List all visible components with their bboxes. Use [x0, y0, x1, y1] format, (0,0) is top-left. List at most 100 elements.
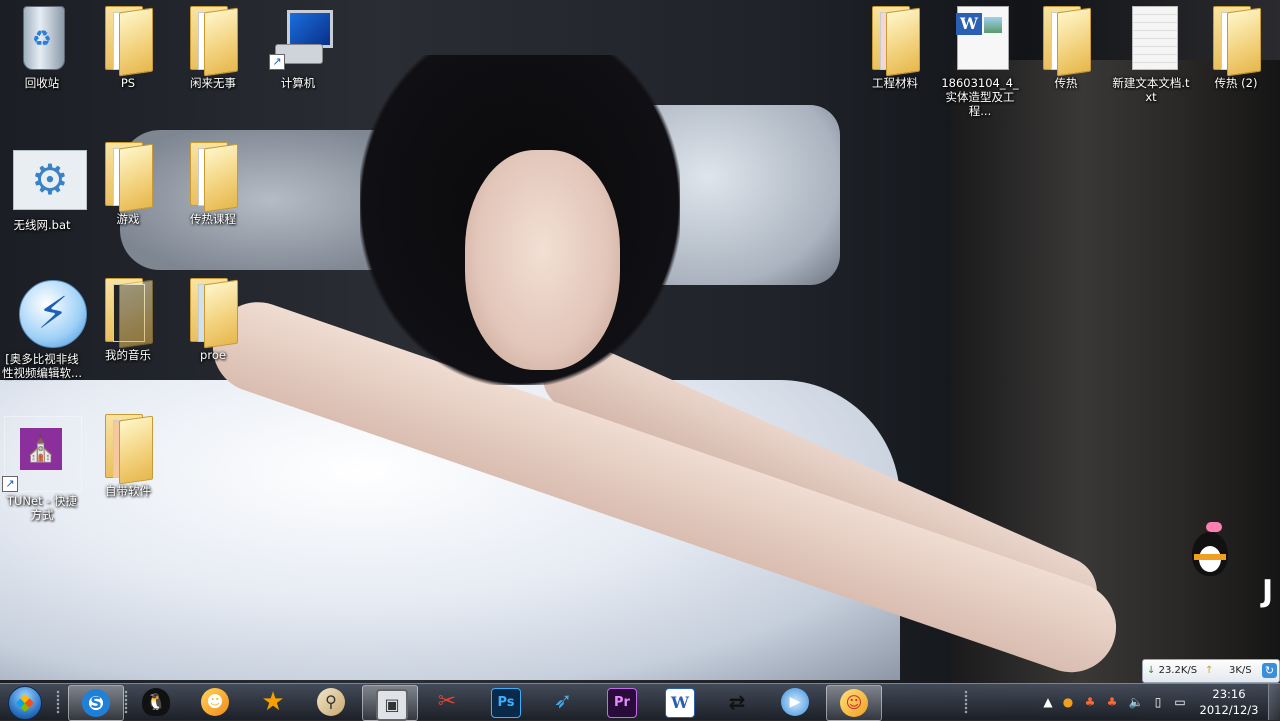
- desktop-icon-tunet-shortcut[interactable]: ⛪ ↗ TUNet - 快捷方式: [0, 416, 84, 522]
- desktop-icon-proe-folder[interactable]: proe: [171, 276, 255, 362]
- taskbar-app-media-player[interactable]: ▶: [768, 685, 822, 719]
- folder-icon: [105, 6, 153, 77]
- sogou-icon: S: [82, 689, 110, 717]
- side-widget-icon[interactable]: J: [1262, 572, 1280, 612]
- upload-arrow-icon: ↑: [1205, 665, 1214, 676]
- qq-chat-icon: ☺: [840, 689, 868, 717]
- taskbar-app-word[interactable]: W: [652, 685, 706, 719]
- scissors-icon: ✂: [437, 689, 457, 714]
- tunet-icon: ⛪: [20, 428, 62, 470]
- network-icon[interactable]: ▭: [1172, 694, 1188, 710]
- premiere-icon: Pr: [607, 688, 637, 718]
- desktop-icon-premiere-shortcut[interactable]: ⚡ [奥多比视非线性视频编辑软...: [0, 280, 87, 380]
- folder-icon: [1043, 6, 1091, 77]
- folder-icon: [105, 142, 153, 213]
- tray-penguin2-icon[interactable]: ♣: [1104, 694, 1120, 710]
- refresh-icon[interactable]: ↻: [1262, 663, 1277, 678]
- battery-icon[interactable]: ▯: [1150, 694, 1166, 710]
- desktop-icon-heat-2-folder[interactable]: 传热 (2): [1194, 4, 1278, 90]
- download-speed: 23.2K/S: [1158, 665, 1198, 676]
- desktop-icon-label: 传热 (2): [1214, 76, 1258, 90]
- lightning-icon: ⚡: [19, 280, 87, 348]
- taskbar-app-sogou[interactable]: S: [68, 685, 124, 721]
- desktop-icon-label: 闲来无事: [190, 76, 236, 90]
- desktop-icon-computer[interactable]: ↗ 计算机: [256, 4, 340, 90]
- desktop-icon-builtin-software-folder[interactable]: 自带软件: [86, 412, 170, 498]
- tray-penguin-icon[interactable]: ♣: [1082, 694, 1098, 710]
- show-desktop-button[interactable]: [1268, 684, 1280, 720]
- upload-speed: 3K/S: [1229, 665, 1252, 676]
- word-icon: W: [665, 688, 695, 718]
- tray-expand-icon[interactable]: ▲: [1040, 694, 1056, 710]
- desktop-icon-label: 18603104_4_实体造型及工程...: [941, 76, 1019, 118]
- gear-icon: ⚙: [13, 150, 87, 210]
- clock-date: 2012/12/3: [1199, 703, 1259, 717]
- folder-icon: [190, 142, 238, 213]
- taskbar-app-premiere[interactable]: Pr: [594, 685, 648, 719]
- qq-pet-icon[interactable]: [1184, 522, 1236, 582]
- taskbar-grip[interactable]: [124, 690, 128, 714]
- taskbar-grip[interactable]: [964, 690, 968, 714]
- desktop-icon-leisure-folder[interactable]: 闲来无事: [171, 4, 255, 90]
- desktop-icon-label: PS: [120, 76, 136, 90]
- taskbar-app-photoshop[interactable]: Ps: [478, 685, 532, 719]
- folder-icon: [105, 278, 153, 349]
- folder-icon: [1213, 6, 1261, 77]
- volume-icon[interactable]: 🔈: [1128, 694, 1144, 710]
- folder-icon: [105, 414, 153, 485]
- desktop-icon-label: proe: [200, 348, 226, 362]
- taskbar-app-search[interactable]: ⚲: [304, 685, 358, 719]
- desktop-icon-label: 我的音乐: [105, 348, 151, 362]
- taskbar-app-snipping[interactable]: ✂: [420, 685, 474, 719]
- folder-icon: [190, 278, 238, 349]
- folder-icon: [872, 6, 920, 77]
- qq-penguin-icon: 🐧: [142, 688, 170, 716]
- desktop-icon-wifi-bat[interactable]: ⚙ 无线网.bat: [0, 146, 87, 232]
- taskbar-app-qq-chat[interactable]: ☺: [826, 685, 882, 721]
- text-file-icon: [1132, 6, 1178, 70]
- transfer-arrows-icon: ⇄: [728, 690, 746, 714]
- desktop-icon-label: 新建文本文档.txt: [1112, 76, 1190, 104]
- taskbar-app-frame[interactable]: ▣: [362, 685, 418, 721]
- desktop-icon-heat-course-folder[interactable]: 传热课程: [171, 140, 255, 226]
- desktop-icon-label: 自带软件: [105, 484, 151, 498]
- word-document-icon: W: [956, 6, 1009, 70]
- play-icon: ▶: [781, 688, 809, 716]
- desktop-icon-label: 无线网.bat: [13, 218, 71, 232]
- taskbar-app-transfer[interactable]: ⇄: [710, 685, 764, 719]
- desktop-icon-music-folder[interactable]: 我的音乐: [86, 276, 170, 362]
- desktop-icon-recycle-bin[interactable]: 回收站: [0, 4, 84, 90]
- desktop-icon-label: 工程材料: [872, 76, 918, 90]
- desktop-icon-new-text-file[interactable]: 新建文本文档.txt: [1109, 4, 1193, 104]
- desktop-icon-label: 游戏: [116, 212, 140, 226]
- chat-icon: ☻: [201, 688, 229, 716]
- desktop-icon-label: 传热: [1054, 76, 1078, 90]
- start-button[interactable]: [4, 685, 44, 720]
- clock-time: 23:16: [1212, 687, 1246, 701]
- desktop-icon-label: 计算机: [280, 76, 316, 90]
- shortcut-arrow-icon: ↗: [269, 54, 285, 70]
- star-icon: ★: [261, 687, 285, 717]
- clock[interactable]: 23:16 2012/12/3: [1196, 686, 1262, 718]
- magnifier-icon: ⚲: [317, 688, 345, 716]
- desktop-icon-heat-folder[interactable]: 传热: [1024, 4, 1108, 90]
- frame-icon: ▣: [376, 689, 408, 721]
- taskbar-app-star[interactable]: ★: [246, 685, 300, 719]
- net-speed-widget[interactable]: ↓ 23.2K/S ↑ 3K/S ↻: [1142, 659, 1280, 683]
- desktop-icon-engineering-materials-folder[interactable]: 工程材料: [853, 4, 937, 90]
- taskbar-app-bird[interactable]: ➶: [536, 685, 590, 719]
- desktop-icon-label: 传热课程: [190, 212, 236, 226]
- desktop-icon-games-folder[interactable]: 游戏: [86, 140, 170, 226]
- taskbar-grip[interactable]: [56, 690, 60, 714]
- system-tray: ▲ ● ♣ ♣ 🔈 ▯ ▭: [1040, 684, 1200, 720]
- desktop-icon-label: [奥多比视非线性视频编辑软...: [2, 352, 82, 380]
- photoshop-icon: Ps: [491, 688, 521, 718]
- recycle-bin-icon: [23, 6, 65, 70]
- download-arrow-icon: ↓: [1147, 665, 1156, 676]
- desktop-icon-ps-folder[interactable]: PS: [86, 4, 170, 90]
- taskbar-app-qq[interactable]: 🐧: [129, 685, 183, 719]
- taskbar-app-chat[interactable]: ☻: [188, 685, 242, 719]
- windows-logo-icon: [8, 686, 42, 720]
- desktop-icon-word-document[interactable]: W 18603104_4_实体造型及工程...: [938, 4, 1022, 118]
- tray-qq-icon[interactable]: ●: [1060, 694, 1076, 710]
